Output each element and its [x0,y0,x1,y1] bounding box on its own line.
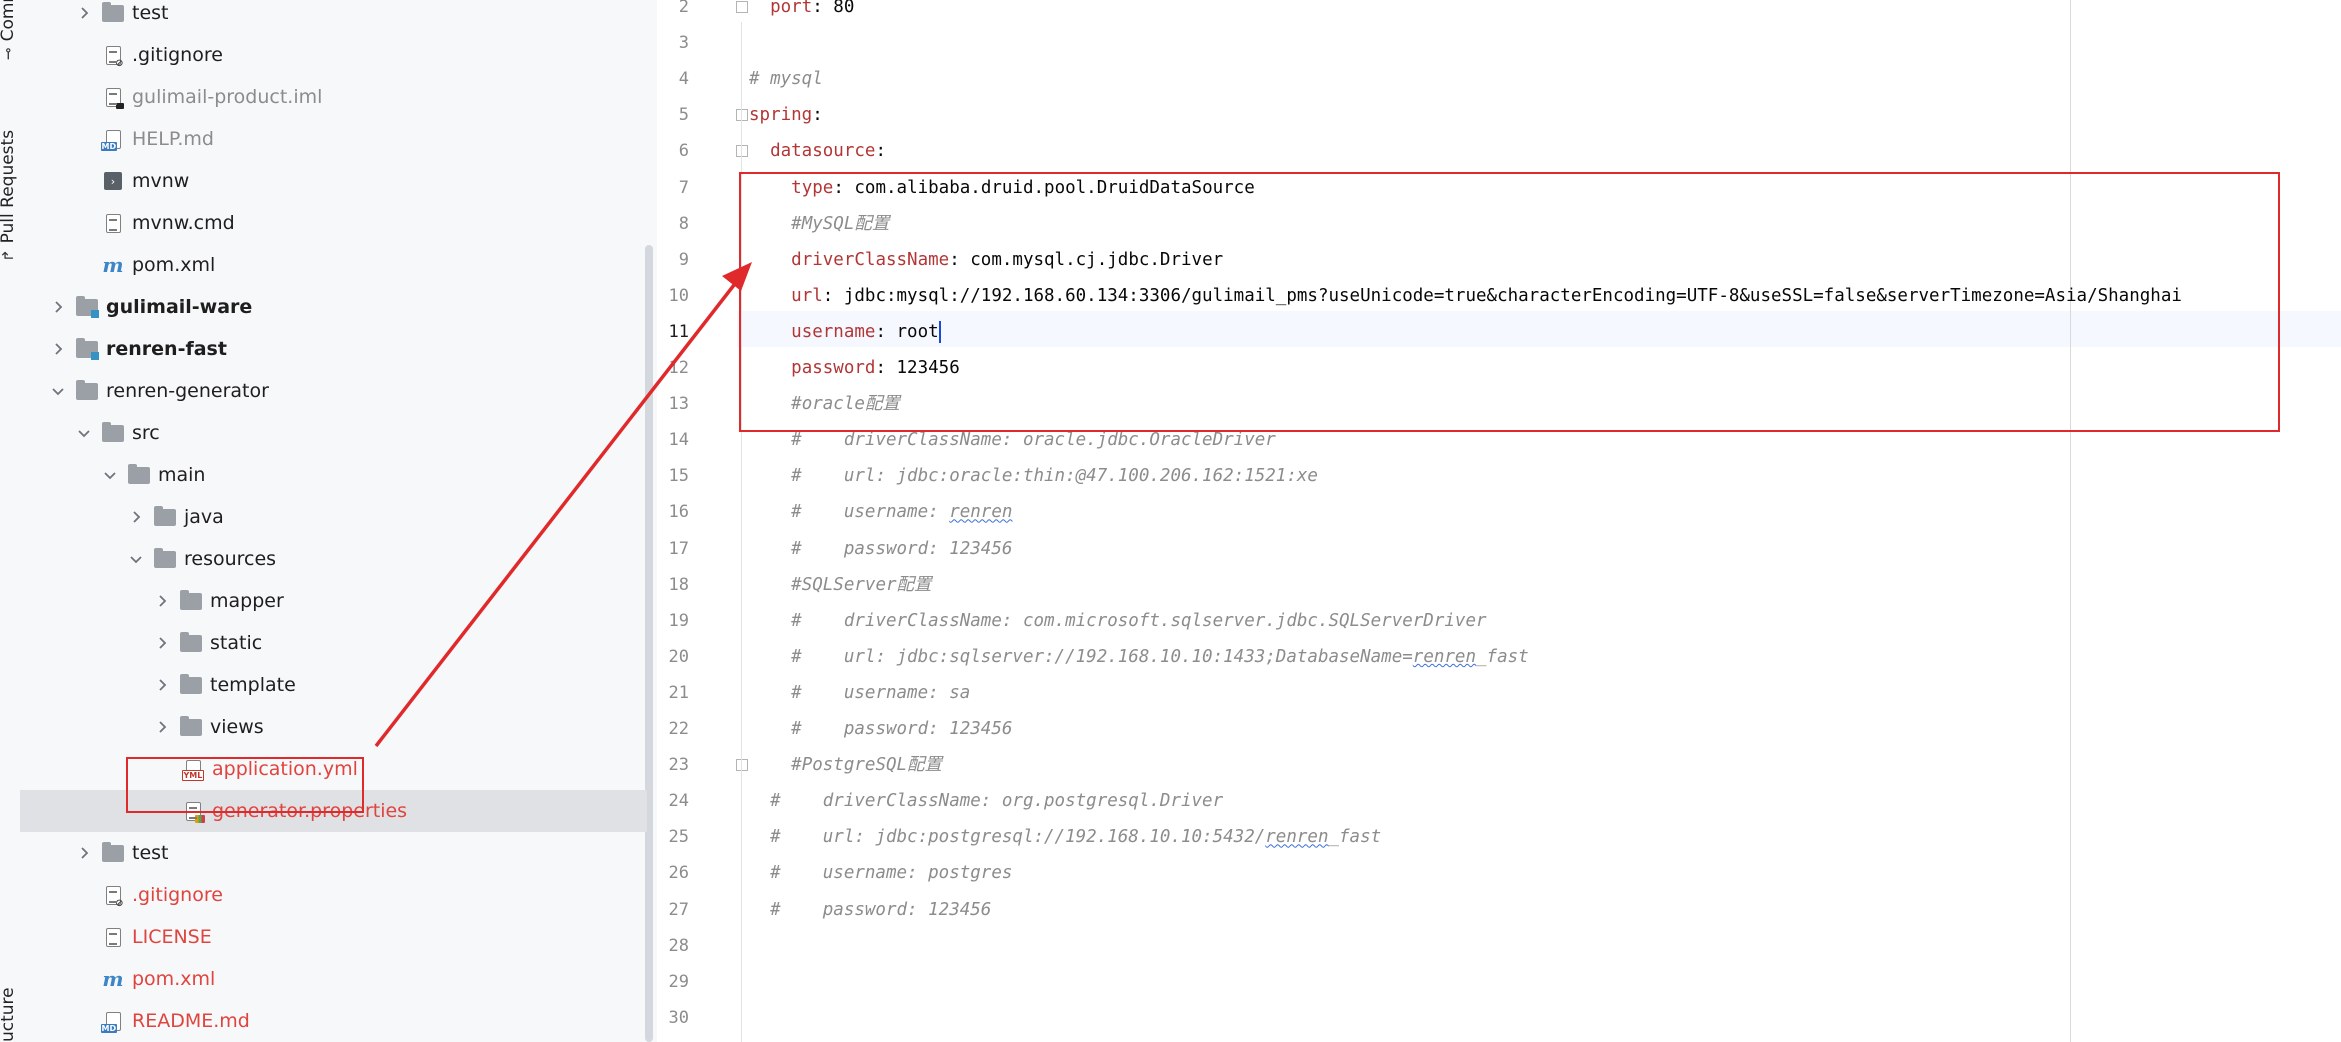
annotation-arrow [374,262,752,748]
